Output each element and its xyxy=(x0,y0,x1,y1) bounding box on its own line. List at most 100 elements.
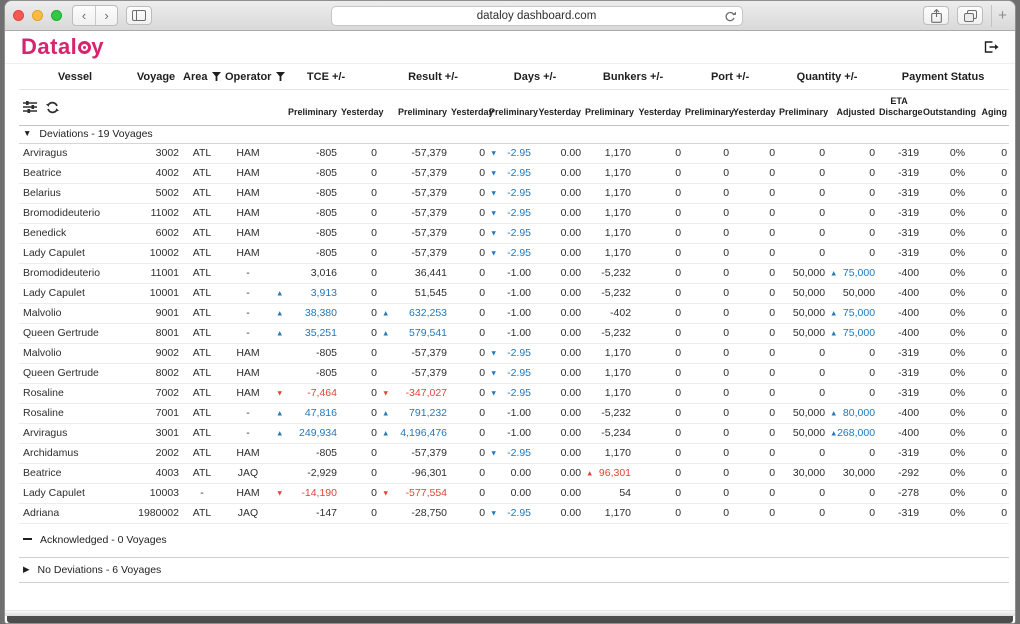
table-row[interactable]: Arviragus3002ATLHAM-8050-57,3790▼-2.950.… xyxy=(19,143,1009,163)
cell-number: 0 xyxy=(371,187,377,199)
cell-value: 0 xyxy=(339,183,379,203)
column-group-result-[interactable]: Result +/- xyxy=(379,64,487,90)
cell-value: 0.00 xyxy=(533,483,583,503)
empty-group-dash-icon[interactable] xyxy=(23,538,32,540)
cell-value: 0 xyxy=(683,323,731,343)
table-row[interactable]: Adriana1980002ATLJAQ-1470-28,7500▼-2.950… xyxy=(19,503,1009,523)
subheader-outstanding[interactable]: Outstanding xyxy=(921,90,967,126)
cell-number: 0 xyxy=(769,347,775,359)
subheader-preliminary[interactable]: Preliminary xyxy=(683,90,731,126)
column-group-payment-status[interactable]: Payment Status xyxy=(877,64,1009,90)
table-row[interactable]: Lady Capulet10003-HAM▼-14,1900▼-577,5540… xyxy=(19,483,1009,503)
subheader-yesterday[interactable]: Yesterday xyxy=(731,90,777,126)
back-button[interactable]: ‹ xyxy=(73,6,95,25)
cell-number: 0 xyxy=(769,167,775,179)
subheader-adjusted[interactable]: Adjusted xyxy=(827,90,877,126)
table-row[interactable]: Malvolio9002ATLHAM-8050-57,3790▼-2.950.0… xyxy=(19,343,1009,363)
expand-triangle-icon[interactable]: ▶ xyxy=(23,564,30,575)
column-header-area[interactable]: Area xyxy=(181,64,223,90)
cell-value: -57,379 xyxy=(379,343,449,363)
collapse-triangle-icon[interactable]: ▼ xyxy=(23,128,31,138)
share-button[interactable] xyxy=(923,6,949,25)
table-row[interactable]: Benedick6002ATLHAM-8050-57,3790▼-2.950.0… xyxy=(19,223,1009,243)
column-group-days-[interactable]: Days +/- xyxy=(487,64,583,90)
subheader-yesterday[interactable]: Yesterday xyxy=(449,90,487,126)
cell-number: 0 xyxy=(819,487,825,499)
arrow-up-icon: ▲ xyxy=(382,309,389,318)
column-group-tce-[interactable]: TCE +/- xyxy=(273,64,379,90)
filter-icon[interactable] xyxy=(276,72,285,81)
arrow-down-icon: ▼ xyxy=(490,229,497,238)
column-header-operator[interactable]: Operator xyxy=(223,64,273,90)
table-row[interactable]: Lady Capulet10002ATLHAM-8050-57,3790▼-2.… xyxy=(19,243,1009,263)
column-header-vessel[interactable]: Vessel xyxy=(19,64,131,90)
filter-icon[interactable] xyxy=(212,72,221,81)
table-row[interactable]: Malvolio9001ATL-▲38,3800▲632,2530-1.000.… xyxy=(19,303,1009,323)
cell-voyage: 1980002 xyxy=(131,503,181,523)
column-settings-button[interactable] xyxy=(23,101,37,113)
table-row[interactable]: Bromodideuterio11002ATLHAM-8050-57,3790▼… xyxy=(19,203,1009,223)
zoom-window-button[interactable] xyxy=(51,10,62,21)
reload-icon[interactable] xyxy=(724,10,736,26)
table-row[interactable]: Beatrice4003ATLJAQ-2,9290-96,30100.000.0… xyxy=(19,463,1009,483)
section-no-deviations[interactable]: ▶No Deviations - 6 Voyages xyxy=(19,557,1009,582)
table-row[interactable]: Beatrice4002ATLHAM-8050-57,3790▼-2.950.0… xyxy=(19,163,1009,183)
cell-number: -400 xyxy=(898,427,919,439)
cell-number: -1.00 xyxy=(507,327,531,339)
cell-number: -1.00 xyxy=(507,287,531,299)
close-window-button[interactable] xyxy=(13,10,24,21)
minimize-window-button[interactable] xyxy=(32,10,43,21)
subheader-preliminary[interactable]: Preliminary xyxy=(777,90,827,126)
subheader-preliminary[interactable]: Preliminary xyxy=(379,90,449,126)
subheader-preliminary[interactable]: Preliminary xyxy=(273,90,339,126)
cell-value: 0 xyxy=(827,383,877,403)
cell-value: 0 xyxy=(777,223,827,243)
cell-value: 36,441 xyxy=(379,263,449,283)
subheader-preliminary[interactable]: Preliminary xyxy=(487,90,533,126)
refresh-button[interactable] xyxy=(46,101,59,114)
cell-number: 0 xyxy=(371,387,377,399)
subheader-eta-discharge[interactable]: ETA Discharge xyxy=(877,90,921,126)
cell-value: ▼-2.95 xyxy=(487,503,533,523)
table-row[interactable]: Arviragus3001ATL-▲249,9340▲4,196,4760-1.… xyxy=(19,423,1009,443)
column-header-voyage[interactable]: Voyage xyxy=(131,64,181,90)
table-row[interactable]: Lady Capulet10001ATL-▲3,913051,5450-1.00… xyxy=(19,283,1009,303)
subheader-yesterday[interactable]: Yesterday xyxy=(533,90,583,126)
cell-number: 0% xyxy=(950,427,965,439)
column-group-bunkers-[interactable]: Bunkers +/- xyxy=(583,64,683,90)
table-row[interactable]: Bromodideuterio11001ATL-3,016036,4410-1.… xyxy=(19,263,1009,283)
section-acknowledged[interactable]: Acknowledged - 0 Voyages xyxy=(19,523,1009,557)
cell-number: 75,000 xyxy=(843,307,875,319)
table-row[interactable]: Queen Gertrude8002ATLHAM-8050-57,3790▼-2… xyxy=(19,363,1009,383)
sidebar-toggle-button[interactable] xyxy=(126,6,152,25)
table-row[interactable]: Archidamus2002ATLHAM-8050-57,3790▼-2.950… xyxy=(19,443,1009,463)
new-tab-button[interactable]: + xyxy=(991,5,1007,27)
logout-button[interactable] xyxy=(984,41,999,53)
table-row[interactable]: Rosaline7001ATL-▲47,8160▲791,2320-1.000.… xyxy=(19,403,1009,423)
table-row[interactable]: Queen Gertrude8001ATL-▲35,2510▲579,5410-… xyxy=(19,323,1009,343)
arrow-up-icon: ▲ xyxy=(382,429,389,438)
cell-number: 0 xyxy=(723,287,729,299)
cell-operator: - xyxy=(223,283,273,303)
cell-number: 0.00 xyxy=(561,467,581,479)
cell-value: -400 xyxy=(877,303,921,323)
forward-button[interactable]: › xyxy=(95,6,117,25)
subheader-yesterday[interactable]: Yesterday xyxy=(339,90,379,126)
tab-overview-button[interactable] xyxy=(957,6,983,25)
cell-number: 50,000 xyxy=(793,407,825,419)
cell-value: 0 xyxy=(827,443,877,463)
subheader-yesterday[interactable]: Yesterday xyxy=(633,90,683,126)
cell-value: 0 xyxy=(449,463,487,483)
cell-number: 0 xyxy=(675,427,681,439)
cell-operator: HAM xyxy=(223,163,273,183)
table-row[interactable]: Belarius5002ATLHAM-8050-57,3790▼-2.950.0… xyxy=(19,183,1009,203)
table-row[interactable]: Rosaline7002ATLHAM▼-7,4640▼-347,0270▼-2.… xyxy=(19,383,1009,403)
cell-number: 0 xyxy=(869,487,875,499)
url-field[interactable]: dataloy dashboard.com xyxy=(331,6,743,26)
subheader-preliminary[interactable]: Preliminary xyxy=(583,90,633,126)
arrow-down-icon: ▼ xyxy=(490,509,497,518)
column-group-port-[interactable]: Port +/- xyxy=(683,64,777,90)
section-deviations[interactable]: ▼Deviations - 19 Voyages xyxy=(19,125,1009,143)
cell-value: -319 xyxy=(877,203,921,223)
column-group-quantity-[interactable]: Quantity +/- xyxy=(777,64,877,90)
